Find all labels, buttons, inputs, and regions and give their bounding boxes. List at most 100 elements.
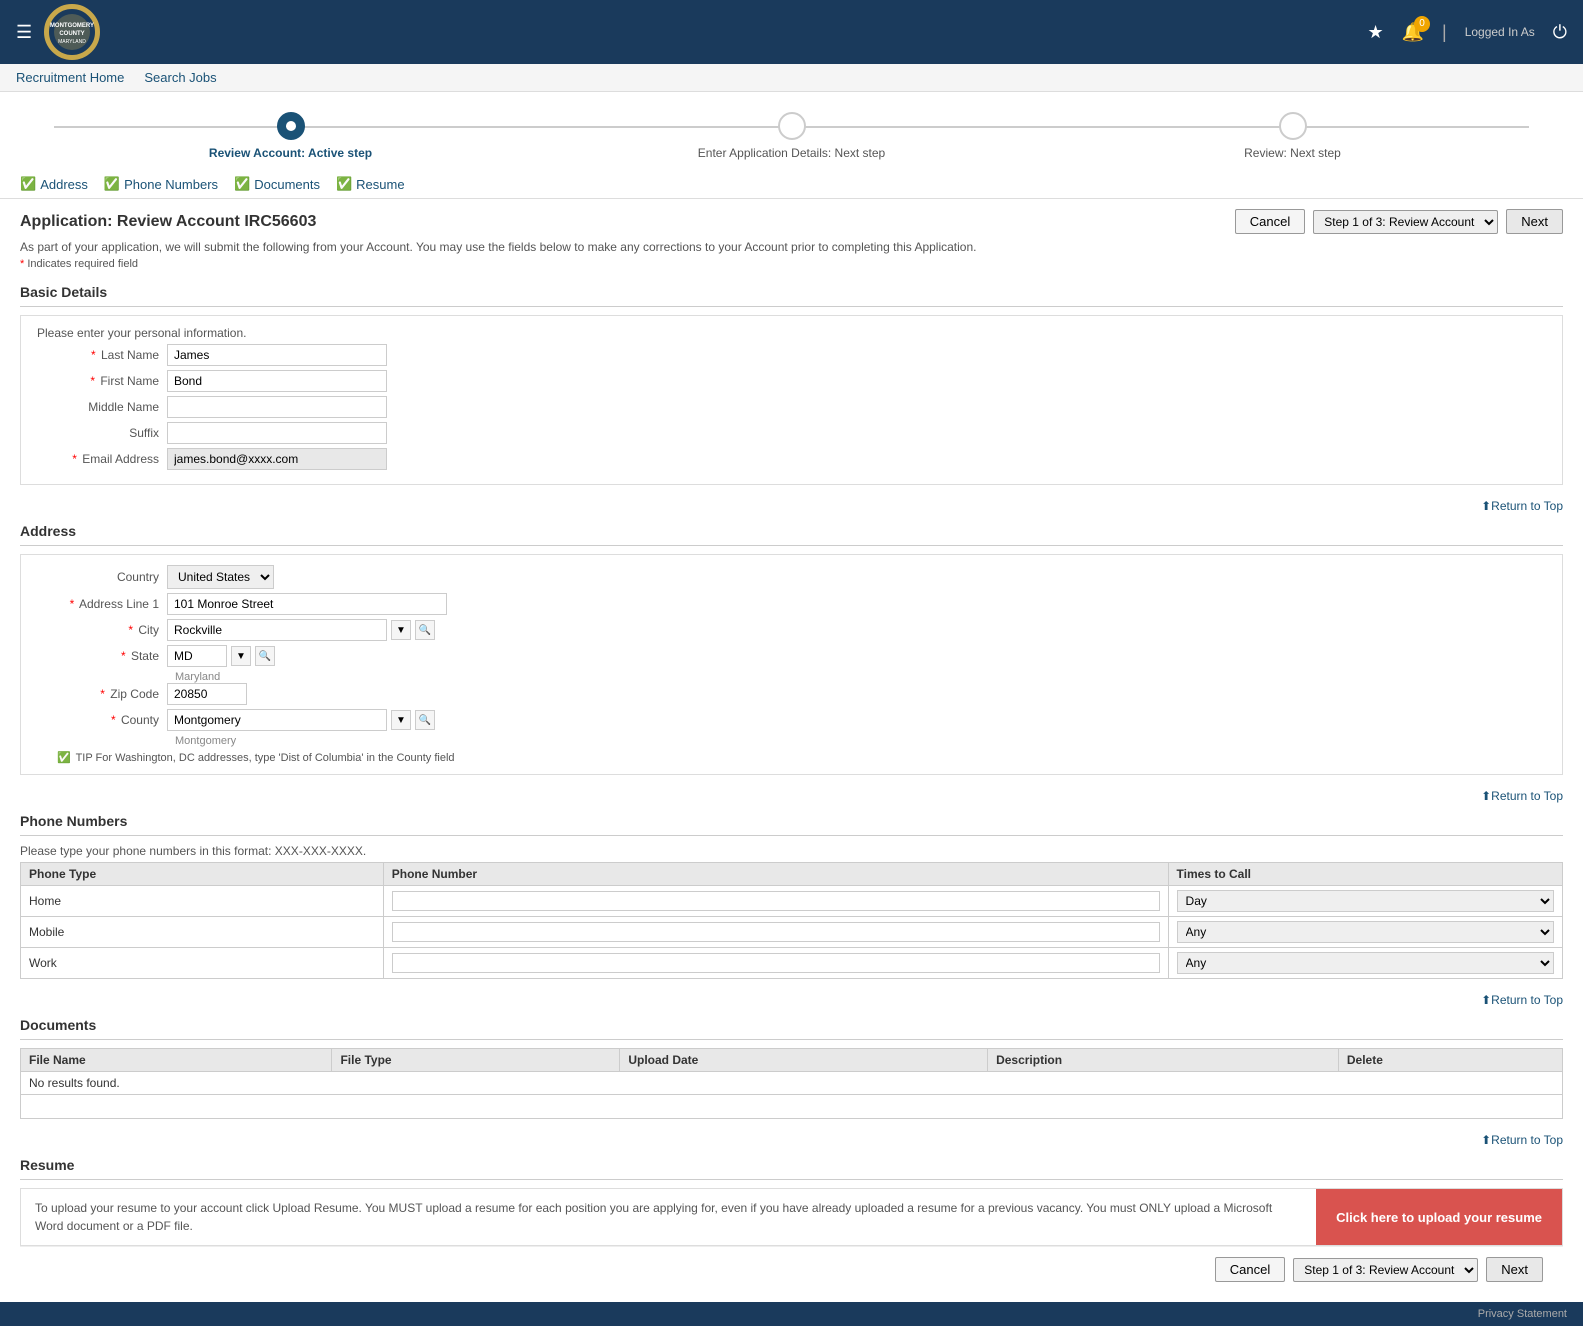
state-label: * State [37, 649, 167, 663]
address-return-top[interactable]: ⬆ Return to Top [20, 499, 1563, 513]
subnav-address[interactable]: ✅ Address [20, 176, 88, 192]
state-dropdown-btn[interactable]: ▼ [231, 646, 251, 666]
phone-number-work[interactable] [392, 953, 1160, 973]
doc-col-filename: File Name [21, 1049, 332, 1072]
menu-icon[interactable]: ☰ [16, 22, 32, 43]
state-input[interactable] [167, 645, 227, 667]
nav-search-jobs[interactable]: Search Jobs [144, 70, 216, 85]
country-label: Country [37, 570, 167, 584]
last-name-label: * Last Name [37, 348, 167, 362]
state-input-group: ▼ 🔍 [167, 645, 275, 667]
country-select[interactable]: United States [167, 565, 274, 589]
phone-type-work: Work [21, 948, 384, 979]
phone-number-mobile[interactable] [392, 922, 1160, 942]
last-name-input[interactable] [167, 344, 387, 366]
documents-section: File Name File Type Upload Date Descript… [20, 1048, 1563, 1119]
header-icons: ★ 🔔 0 | Logged In As ⏻ [1367, 22, 1567, 43]
svg-text:COUNTY: COUNTY [59, 31, 84, 37]
nav-recruitment-home[interactable]: Recruitment Home [16, 70, 124, 85]
phone-header-row: Phone Type Phone Number Times to Call [21, 863, 1563, 886]
next-button-bottom[interactable]: Next [1486, 1257, 1543, 1282]
star-icon[interactable]: ★ [1367, 22, 1383, 43]
zip-input[interactable] [167, 683, 247, 705]
step-1-circle [277, 112, 305, 140]
city-label: * City [37, 623, 167, 637]
phone-number-home-cell [383, 886, 1168, 917]
phone-col-number: Phone Number [383, 863, 1168, 886]
suffix-row: Suffix [37, 422, 1546, 444]
bell-wrapper[interactable]: 🔔 0 [1402, 22, 1424, 43]
check-circle-icon-address: ✅ [20, 176, 36, 192]
resume-upload-button[interactable]: Click here to upload your resume [1316, 1189, 1562, 1245]
basic-details-header: Basic Details [20, 278, 1563, 307]
city-input[interactable] [167, 619, 387, 641]
middle-name-label: Middle Name [37, 400, 167, 414]
county-row: * County ▼ 🔍 [37, 709, 1546, 731]
middle-name-input[interactable] [167, 396, 387, 418]
resume-return-label[interactable]: Return to Top [1491, 1133, 1563, 1147]
phone-times-mobile[interactable]: Day Any Evening Morning [1177, 921, 1554, 943]
svg-text:MONTGOMERY: MONTGOMERY [50, 23, 94, 29]
phone-return-label[interactable]: Return to Top [1491, 789, 1563, 803]
city-input-group: ▼ 🔍 [167, 619, 435, 641]
doc-col-uploaddate: Upload Date [620, 1049, 988, 1072]
county-dropdown-btn[interactable]: ▼ [391, 710, 411, 730]
return-top-icon-phone: ⬆ [1481, 789, 1491, 803]
step-1: Review Account: Active step [40, 112, 541, 160]
privacy-link[interactable]: Privacy Statement [1478, 1308, 1567, 1320]
subnav-documents[interactable]: ✅ Documents [234, 176, 320, 192]
next-button-top[interactable]: Next [1506, 209, 1563, 234]
main-content: Application: Review Account IRC56603 Can… [0, 199, 1583, 1302]
phone-return-top[interactable]: ⬆ Return to Top [20, 789, 1563, 803]
step-select-bottom[interactable]: Step 1 of 3: Review Account [1293, 1258, 1478, 1282]
info-text: As part of your application, we will sub… [20, 240, 1563, 254]
city-dropdown-btn[interactable]: ▼ [391, 620, 411, 640]
logged-in-label: Logged In As [1465, 25, 1535, 39]
phone-times-work[interactable]: Day Any Evening Morning [1177, 952, 1554, 974]
doc-col-description: Description [988, 1049, 1339, 1072]
subnav-resume-label: Resume [356, 177, 404, 192]
doc-col-delete: Delete [1338, 1049, 1562, 1072]
sub-nav: ✅ Address ✅ Phone Numbers ✅ Documents ✅ … [0, 170, 1583, 199]
docs-return-label[interactable]: Return to Top [1491, 993, 1563, 1007]
phone-number-home[interactable] [392, 891, 1160, 911]
required-note: * Indicates required field [20, 258, 1563, 270]
phone-row-work: Work Day Any Evening Morning [21, 948, 1563, 979]
suffix-input[interactable] [167, 422, 387, 444]
first-name-input[interactable] [167, 370, 387, 392]
phone-col-type: Phone Type [21, 863, 384, 886]
nav-bar: Recruitment Home Search Jobs [0, 64, 1583, 92]
email-input[interactable] [167, 448, 387, 470]
tip-icon: ✅ [57, 752, 71, 764]
phone-times-home[interactable]: Day Any Evening Morning [1177, 890, 1554, 912]
middle-name-row: Middle Name [37, 396, 1546, 418]
first-name-label: * First Name [37, 374, 167, 388]
suffix-label: Suffix [37, 426, 167, 440]
subnav-phone[interactable]: ✅ Phone Numbers [104, 176, 218, 192]
city-search-btn[interactable]: 🔍 [415, 620, 435, 640]
power-icon[interactable]: ⏻ [1553, 22, 1567, 43]
county-input[interactable] [167, 709, 387, 731]
phone-type-home: Home [21, 886, 384, 917]
resume-return-top[interactable]: ⬆ Return to Top [20, 1133, 1563, 1147]
subnav-resume[interactable]: ✅ Resume [336, 176, 405, 192]
step-select-top[interactable]: Step 1 of 3: Review Account [1313, 210, 1498, 234]
logo: MONTGOMERY COUNTY MARYLAND [44, 4, 100, 60]
doc-empty-row [21, 1095, 1563, 1119]
cancel-button-top[interactable]: Cancel [1235, 209, 1305, 234]
cancel-button-bottom[interactable]: Cancel [1215, 1257, 1285, 1282]
phone-row-mobile: Mobile Day Any Evening Morning [21, 917, 1563, 948]
required-note-text: Indicates required field [27, 258, 138, 270]
doc-no-results-row: No results found. [21, 1072, 1563, 1095]
last-name-req: * [91, 348, 96, 362]
docs-return-top[interactable]: ⬆ Return to Top [20, 993, 1563, 1007]
state-search-btn[interactable]: 🔍 [255, 646, 275, 666]
phone-format-note: Please type your phone numbers in this f… [20, 844, 1563, 858]
address1-input[interactable] [167, 593, 447, 615]
doc-no-results: No results found. [21, 1072, 1563, 1095]
address-return-label[interactable]: Return to Top [1491, 499, 1563, 513]
phone-number-work-cell [383, 948, 1168, 979]
county-search-btn[interactable]: 🔍 [415, 710, 435, 730]
email-req: * [72, 452, 77, 466]
first-name-req: * [90, 374, 95, 388]
